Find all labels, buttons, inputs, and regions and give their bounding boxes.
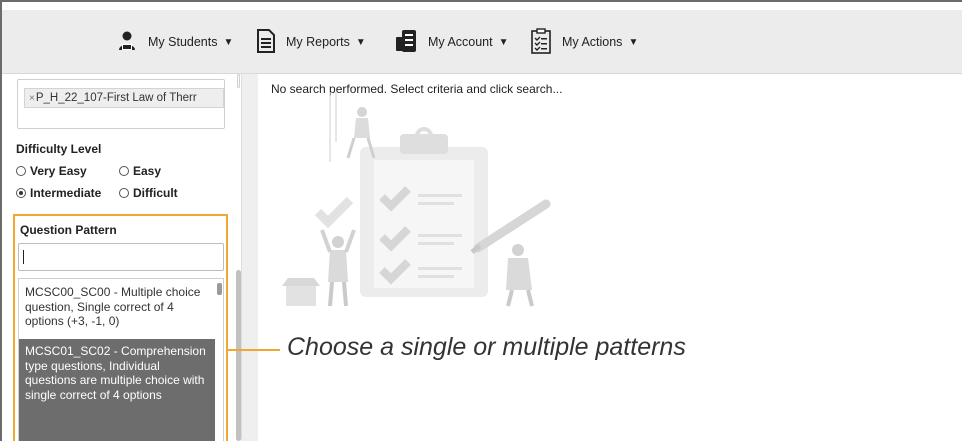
account-book-icon [394, 29, 418, 56]
radio-intermediate[interactable]: Intermediate [16, 186, 101, 200]
sidebar-scrollbar[interactable] [235, 74, 242, 441]
filter-sidebar: ×P_H_22_107-First Law of Therr Difficult… [2, 74, 242, 441]
radio-circle-icon [119, 166, 129, 176]
checklist-icon [530, 27, 552, 57]
question-pattern-search-input[interactable] [18, 243, 224, 271]
empty-clipboard-illustration [282, 92, 551, 307]
chevron-down-icon: ▼ [498, 36, 509, 48]
nav-my-account[interactable]: My Account ▼ [394, 26, 509, 58]
list-scrollbar-thumb[interactable] [217, 283, 222, 295]
sidebar-scrollbar-thumb[interactable] [236, 270, 241, 441]
radio-circle-icon [119, 188, 129, 198]
selected-topics-box[interactable]: ×P_H_22_107-First Law of Therr [17, 79, 225, 129]
student-icon [116, 30, 138, 55]
nav-my-account-label: My Account [428, 35, 493, 49]
radio-circle-icon [16, 166, 26, 176]
radio-very-easy[interactable]: Very Easy [16, 164, 87, 178]
panel-divider [242, 74, 258, 441]
question-pattern-section: Question Pattern MCSC00_SC00 - Multiple … [13, 214, 228, 441]
nav-my-reports[interactable]: My Reports ▼ [256, 26, 366, 58]
question-pattern-label: Question Pattern [20, 223, 117, 237]
nav-my-students-label: My Students [148, 35, 218, 49]
radio-difficult-label: Difficult [133, 186, 178, 200]
chevron-down-icon: ▼ [355, 36, 366, 48]
radio-very-easy-label: Very Easy [30, 164, 87, 178]
nav-my-actions[interactable]: My Actions ▼ [530, 26, 638, 58]
radio-intermediate-label: Intermediate [30, 186, 102, 200]
nav-my-students[interactable]: My Students ▼ [116, 26, 233, 58]
sidebar-scrollbar-top [237, 74, 240, 88]
question-pattern-list[interactable]: MCSC00_SC00 - Multiple choice question, … [18, 278, 224, 441]
topic-chip-label: P_H_22_107-First Law of Therr [35, 92, 197, 104]
difficulty-level-label: Difficulty Level [16, 142, 102, 156]
top-nav: My Students ▼ My Reports ▼ My Account ▼ [2, 10, 962, 74]
chevron-down-icon: ▼ [628, 36, 639, 48]
report-icon [256, 28, 276, 56]
chevron-down-icon: ▼ [223, 36, 234, 48]
nav-my-actions-label: My Actions [562, 35, 623, 49]
text-cursor [23, 250, 24, 264]
remove-chip-icon[interactable]: × [29, 93, 35, 104]
callout-annotation: Choose a single or multiple patterns [287, 333, 686, 361]
nav-my-reports-label: My Reports [286, 35, 350, 49]
pattern-option-selected[interactable]: MCSC01_SC02 - Comprehension type questio… [19, 339, 215, 441]
results-panel: No search performed. Select criteria and… [258, 74, 962, 441]
callout-connector-line [228, 349, 280, 351]
radio-difficult[interactable]: Difficult [119, 186, 178, 200]
pattern-option[interactable]: MCSC00_SC00 - Multiple choice question, … [19, 285, 215, 339]
radio-selected-icon [16, 188, 26, 198]
radio-easy[interactable]: Easy [119, 164, 161, 178]
list-scrollbar[interactable] [217, 281, 223, 441]
topic-chip: ×P_H_22_107-First Law of Therr [24, 88, 224, 108]
radio-easy-label: Easy [133, 164, 162, 178]
